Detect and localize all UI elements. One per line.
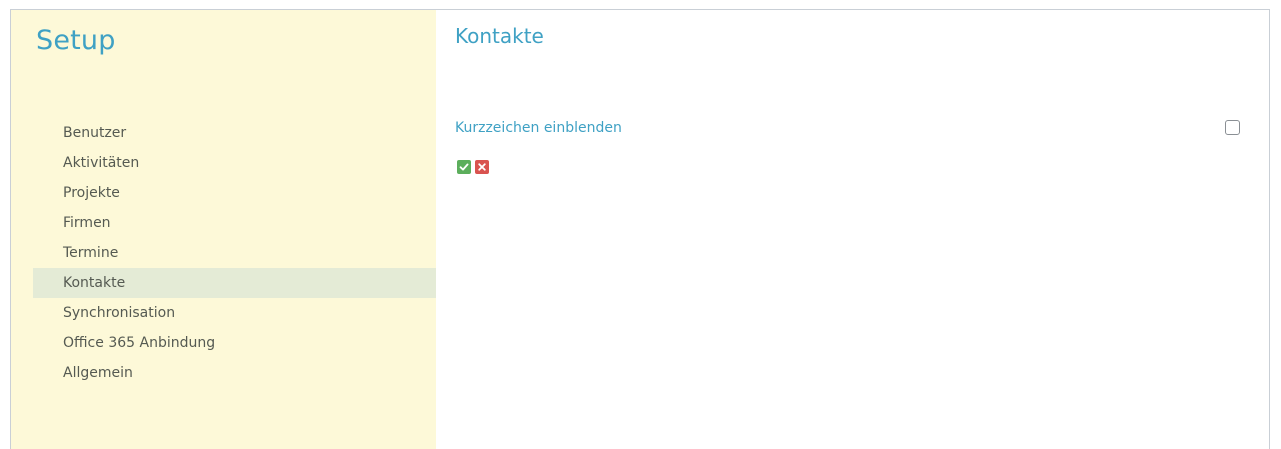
sidebar-item-office-365[interactable]: Office 365 Anbindung <box>33 328 436 358</box>
main-panel: Kontakte Kurzzeichen einblenden <box>436 10 1269 449</box>
confirm-button[interactable] <box>457 160 471 174</box>
sidebar-item-benutzer[interactable]: Benutzer <box>33 118 436 148</box>
setting-label-kurzzeichen: Kurzzeichen einblenden <box>455 120 622 136</box>
sidebar: Setup Benutzer Aktivitäten Projekte Firm… <box>11 10 436 449</box>
sidebar-item-firmen[interactable]: Firmen <box>33 208 436 238</box>
page-title: Kontakte <box>455 24 544 48</box>
sidebar-item-termine[interactable]: Termine <box>33 238 436 268</box>
sidebar-nav: Benutzer Aktivitäten Projekte Firmen Ter… <box>33 118 436 388</box>
check-icon <box>459 163 469 171</box>
close-icon <box>478 163 486 171</box>
sidebar-item-kontakte[interactable]: Kontakte <box>33 268 436 298</box>
cancel-button[interactable] <box>475 160 489 174</box>
setup-window: Setup Benutzer Aktivitäten Projekte Firm… <box>10 9 1270 449</box>
sidebar-item-aktivitaeten[interactable]: Aktivitäten <box>33 148 436 178</box>
sidebar-item-projekte[interactable]: Projekte <box>33 178 436 208</box>
sidebar-title: Setup <box>36 25 116 56</box>
kurzzeichen-checkbox[interactable] <box>1225 120 1240 135</box>
edit-actions <box>457 160 489 174</box>
sidebar-item-synchronisation[interactable]: Synchronisation <box>33 298 436 328</box>
sidebar-item-allgemein[interactable]: Allgemein <box>33 358 436 388</box>
